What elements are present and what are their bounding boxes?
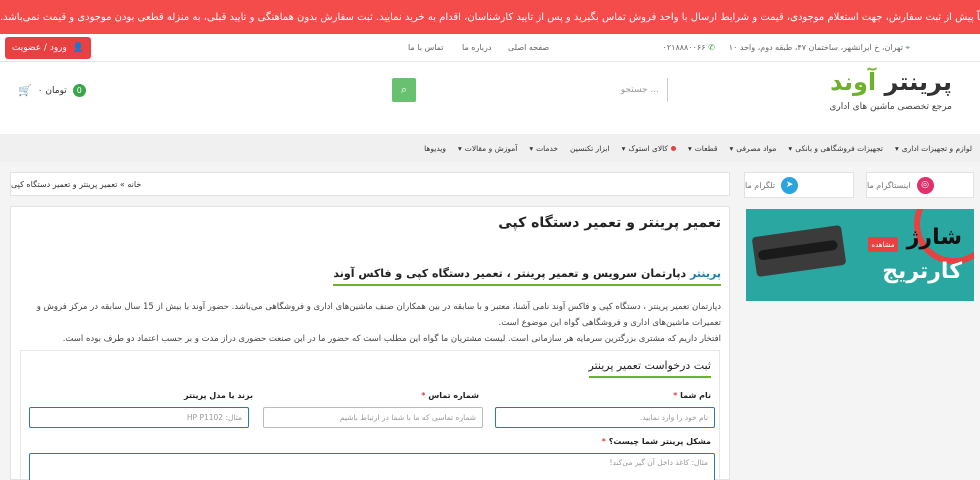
menu-item-tools[interactable]: ابزار تکنسین	[570, 144, 610, 153]
phone-field[interactable]: شماره تماسی که ما با شما در ارتباط باشیم	[263, 407, 483, 428]
user-icon: 👤	[72, 43, 85, 53]
repair-request-form: ثبت درخواست تعمیر پرینتر نام شما * نام خ…	[20, 350, 720, 480]
model-field[interactable]: مثال: HP P1102	[29, 407, 249, 428]
location-icon: ⌖	[905, 43, 910, 52]
name-field[interactable]: نام خود را وارد نمایید.	[495, 407, 715, 428]
chevron-down-icon: ▾	[729, 143, 734, 153]
model-label: برند یا مدل پرینتر	[184, 391, 253, 400]
search-button[interactable]: ⌕	[392, 78, 416, 102]
top-bar: 👤 ورود / عضویت تماس با ما درباره ما صفحه…	[0, 34, 980, 62]
breadcrumb: خانه » تعمیر پرینتر و تعمیر دستگاه کپی	[10, 172, 730, 196]
telegram-icon: ➤	[781, 176, 799, 194]
name-label: نام شما *	[673, 391, 711, 400]
address-text: ⌖ تهران، خ ایرانشهر، ساختمان ۴۷، طبقه دو…	[728, 43, 910, 52]
login-button[interactable]: 👤 ورود / عضویت	[5, 37, 91, 59]
site-logo[interactable]: پرینتر آوند مرجع تخصصی ماشین های اداری	[829, 70, 952, 112]
menu-item-office-equipment[interactable]: لوازم و تجهیزات اداری ▾	[895, 144, 972, 153]
page-title: تعمیر پرینتر و تعمیر دستگاه کپی	[498, 215, 721, 231]
chevron-down-icon: ▾	[621, 143, 626, 153]
site-header: پرینتر آوند مرجع تخصصی ماشین های اداری ج…	[0, 62, 980, 134]
phone-label: شماره تماس *	[421, 391, 479, 400]
menu-item-videos[interactable]: ویدیوها	[424, 144, 446, 153]
menu-item-parts[interactable]: قطعات ▾	[688, 144, 717, 153]
cartridge-image	[751, 224, 847, 278]
chevron-down-icon: ▾	[458, 143, 462, 153]
hot-dot-icon	[670, 145, 676, 151]
chevron-down-icon: ▾	[687, 143, 692, 153]
menu-item-store-equipment[interactable]: تجهیزات فروشگاهی و بانکی ▾	[788, 144, 883, 153]
cart-widget[interactable]: 🛒 ۰ تومان 0	[18, 84, 86, 97]
banner-line2: کارتریج	[882, 259, 962, 284]
intro-line-1: دپارتمان تعمیر پرینتر ، دستگاه کپی و فاک…	[36, 302, 721, 328]
view-button[interactable]: مشاهده	[868, 237, 898, 252]
logo-name: پرینتر آوند	[830, 68, 952, 96]
nav-link-home[interactable]: صفحه اصلی	[508, 43, 549, 52]
problem-label: مشکل پرینتر شما چیست؟ *	[601, 437, 711, 446]
chevron-down-icon: ▾	[895, 143, 899, 153]
intro-line-2: افتخار داریم که مشتری بزرگترین سرمایه هر…	[62, 334, 721, 344]
telegram-link[interactable]: ➤ تلگرام ما	[744, 172, 854, 198]
login-label: ورود / عضویت	[11, 43, 67, 53]
menu-item-articles[interactable]: آموزش و مقالات ▾	[458, 144, 517, 153]
chevron-down-icon: ▾	[788, 143, 793, 153]
section-subtitle: پرینتر دپارتمان سرویس و تعمیر پرینتر ، ت…	[333, 267, 721, 286]
menu-item-services[interactable]: خدمات ▾	[529, 144, 558, 153]
cart-icon: 🛒	[18, 84, 32, 97]
intro-paragraph: دپارتمان تعمیر پرینتر ، دستگاه کپی و فاک…	[21, 299, 721, 347]
instagram-link[interactable]: ◎ اینستاگرام ما	[866, 172, 974, 198]
phone-icon: ✆	[708, 43, 715, 52]
search-input[interactable]: جستجو ...	[392, 78, 668, 102]
form-title: ثبت درخواست تعمیر پرینتر	[588, 359, 711, 378]
banner-line1: شارژ	[906, 225, 962, 250]
nav-link-contact[interactable]: تماس با ما	[408, 43, 444, 52]
cart-total: ۰ تومان	[37, 85, 67, 96]
phone-text: ✆ ۰۲۱۸۸۸۰۰۶۶	[662, 43, 715, 52]
menu-item-stock[interactable]: کالای استوک ▾	[622, 144, 676, 153]
logo-tagline: مرجع تخصصی ماشین های اداری	[829, 102, 952, 112]
problem-textarea[interactable]: مثال: کاغذ داخل آن گیر می‌کند!	[29, 453, 715, 480]
notice-bar: ⚠ توجه: لطفاً پیش از ثبت سفارش، جهت استع…	[0, 0, 980, 34]
cart-count-badge: 0	[72, 84, 86, 97]
menu-item-consumables[interactable]: مواد مصرفی ▾	[729, 144, 776, 153]
subtitle-link[interactable]: پرینتر	[690, 267, 721, 280]
contact-info: ⌖ تهران، خ ایرانشهر، ساختمان ۴۷، طبقه دو…	[663, 43, 910, 53]
search-icon: ⌕	[400, 83, 408, 96]
chevron-down-icon: ▾	[529, 143, 534, 153]
notice-text: توجه: لطفاً پیش از ثبت سفارش، جهت استعلا…	[0, 11, 980, 23]
main-menu: لوازم و تجهیزات اداری ▾ تجهیزات فروشگاهی …	[0, 134, 980, 162]
nav-link-about[interactable]: درباره ما	[462, 43, 491, 52]
instagram-icon: ◎	[916, 176, 934, 194]
cartridge-charge-banner[interactable]: مشاهده شارژ کارتریج	[746, 209, 974, 301]
